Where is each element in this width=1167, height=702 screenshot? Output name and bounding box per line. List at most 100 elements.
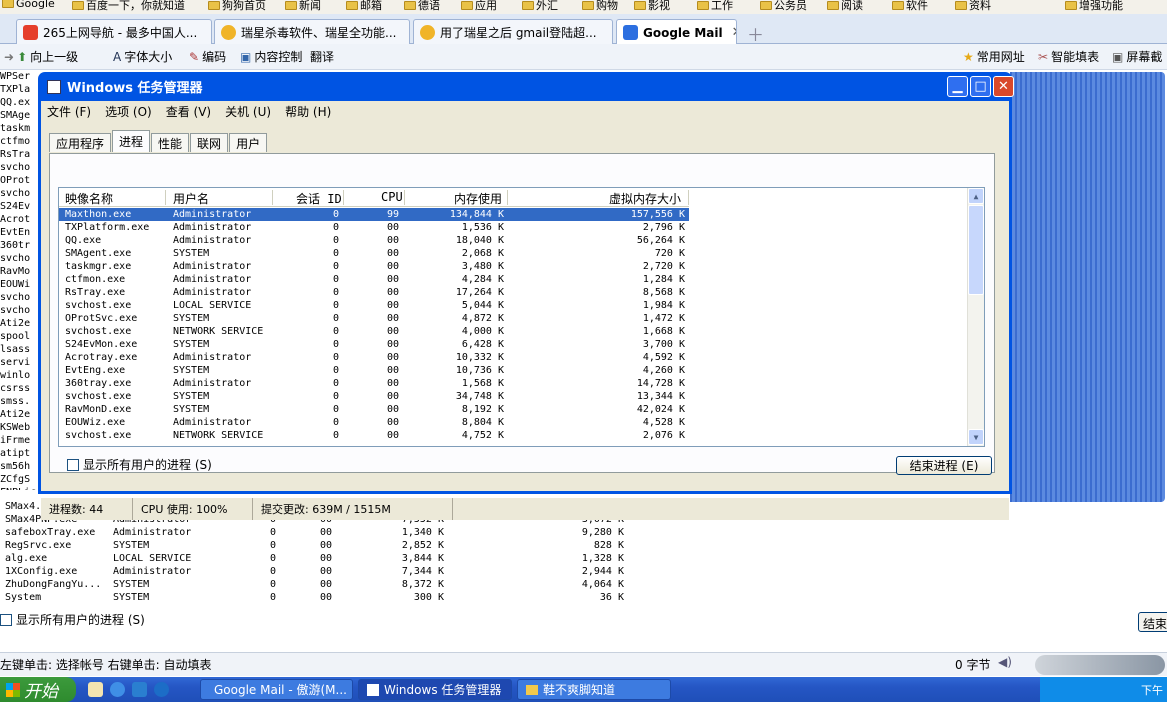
table-cell: 00	[386, 235, 399, 246]
minimize-button[interactable]: ▁	[947, 76, 968, 97]
screenshot-button[interactable]: ▣ 屏幕截	[1112, 48, 1162, 65]
background-show-all-checkbox[interactable]: 显示所有用户的进程 (S)	[0, 611, 145, 628]
header-memory[interactable]: 内存使用	[454, 190, 502, 207]
table-row[interactable]: taskmgr.exe Administrator 0 00 3,480 K 2,720 …	[59, 260, 689, 273]
table-row[interactable]: svchost.exe NETWORK SERVICE 0 00 4,752 K 2,07…	[59, 429, 689, 442]
table-row[interactable]: SMAgent.exe SYSTEM 0 00 2,068 K 720 K	[59, 247, 689, 260]
scroll-down-icon[interactable]: ▼	[968, 429, 984, 445]
table-row[interactable]: 360tray.exe Administrator 0 00 1,568 K 14,728…	[59, 377, 689, 390]
scroll-thumb[interactable]	[968, 205, 984, 295]
translate-button[interactable]: 翻译	[310, 48, 334, 65]
table-row[interactable]: svchost.exe SYSTEM 0 00 34,748 K 13,344 K	[59, 390, 689, 403]
bookmark-item[interactable]: 阅读	[827, 0, 863, 13]
table-row[interactable]: QQ.exe Administrator 0 00 18,040 K 56,264 K	[59, 234, 689, 247]
desktop-icon[interactable]	[88, 682, 103, 697]
bookmark-item[interactable]: 影视	[634, 0, 670, 13]
table-row[interactable]: S24EvMon.exe SYSTEM 0 00 6,428 K 3,700 K	[59, 338, 689, 351]
menu-item[interactable]: 关机 (U)	[225, 103, 271, 120]
table-cell: Administrator	[173, 235, 252, 246]
table-cell: 00	[386, 391, 399, 402]
browser-tab-gmail-issue[interactable]: 用了瑞星之后 gmail登陆超...	[413, 19, 613, 44]
content-icon: ▣	[240, 49, 252, 64]
table-row[interactable]: Maxthon.exe Administrator 0 99 134,844 K 157,…	[59, 208, 689, 221]
close-tab-icon[interactable]: ✕	[732, 25, 736, 40]
tab-1[interactable]: 进程	[112, 130, 151, 152]
table-row[interactable]: Acrotray.exe Administrator 0 00 10,332 K 4,59…	[59, 351, 689, 364]
table-cell: 00	[386, 222, 399, 233]
bookmark-item[interactable]: 资料	[955, 0, 991, 13]
bookmark-item[interactable]: 邮箱	[346, 0, 382, 13]
table-row[interactable]: ctfmon.exe Administrator 0 00 4,284 K 1,284 K	[59, 273, 689, 286]
menu-item[interactable]: 帮助 (H)	[285, 103, 331, 120]
taskbar-item-folder[interactable]: 鞋不爽脚知道	[517, 679, 671, 700]
encoding-button[interactable]: ✎ 编码	[189, 48, 226, 65]
header-image-name[interactable]: 映像名称	[65, 190, 113, 207]
list-item: Ati2e	[0, 318, 31, 329]
end-process-button[interactable]: 结束进程 (E)	[896, 456, 992, 475]
window-title: Windows 任务管理器	[67, 81, 203, 96]
checkbox-box[interactable]	[0, 613, 12, 626]
bookmark-item[interactable]: 公务员	[760, 0, 807, 13]
show-all-users-checkbox[interactable]: 显示所有用户的进程 (S)	[67, 456, 212, 473]
bookmark-item[interactable]: Google	[2, 0, 55, 10]
bookmark-item[interactable]: 百度一下，你就知道	[72, 0, 185, 13]
bookmark-item[interactable]: 增强功能	[1065, 0, 1123, 13]
browser-tab-265[interactable]: 265上网导航 - 最多中国人...	[16, 19, 212, 44]
maximize-button[interactable]: □	[970, 76, 991, 97]
menu-item[interactable]: 文件 (F)	[47, 103, 91, 120]
taskbar-item-gmail[interactable]: Google Mail - 傲游(M...	[200, 679, 353, 700]
ie-icon[interactable]	[110, 682, 125, 697]
close-button[interactable]: ✕	[993, 76, 1014, 97]
task-manager-titlebar[interactable]: Windows 任务管理器 ▁ □ ✕	[41, 72, 1014, 101]
bookmark-item[interactable]: 德语	[404, 0, 440, 13]
vertical-scrollbar[interactable]: ▲ ▼	[967, 188, 984, 446]
table-row[interactable]: EvtEng.exe SYSTEM 0 00 10,736 K 4,260 K	[59, 364, 689, 377]
table-row[interactable]: svchost.exe LOCAL SERVICE 0 00 5,044 K 1,984 …	[59, 299, 689, 312]
tab-0[interactable]: 应用程序	[49, 133, 112, 152]
bookmark-item[interactable]: 新闻	[285, 0, 321, 13]
taskbar-item-task-manager[interactable]: Windows 任务管理器	[358, 679, 512, 700]
quicklaunch-icon[interactable]	[132, 682, 147, 697]
process-list[interactable]: 映像名称 用户名 会话 ID CPU 内存使用 虚拟内存大小 Maxthon.e…	[58, 187, 985, 447]
task-manager-icon	[367, 683, 379, 696]
tab-3[interactable]: 联网	[190, 133, 229, 152]
font-size-button[interactable]: A 字体大小	[113, 48, 172, 65]
speaker-icon[interactable]: ◀)	[998, 655, 1012, 669]
browser-tab-rising[interactable]: 瑞星杀毒软件、瑞星全功能...	[214, 19, 410, 44]
tab-4[interactable]: 用户	[229, 133, 268, 152]
menu-item[interactable]: 查看 (V)	[166, 103, 211, 120]
bookmark-item[interactable]: 软件	[892, 0, 928, 13]
up-level-button[interactable]: ➜ ⬆ 向上一级	[4, 48, 78, 65]
header-session-id[interactable]: 会话 ID	[296, 190, 342, 207]
table-row[interactable]: svchost.exe NETWORK SERVICE 0 00 4,000 K 1,66…	[59, 325, 689, 338]
scroll-up-icon[interactable]: ▲	[968, 188, 984, 204]
start-button[interactable]: 开始	[0, 677, 76, 702]
autofill-button[interactable]: ✂ 智能填表	[1038, 48, 1099, 65]
bookmark-item[interactable]: 狗狗首页	[208, 0, 266, 13]
header-cpu[interactable]: CPU	[381, 190, 403, 204]
list-item: RsTra	[0, 149, 31, 160]
bookmark-item[interactable]: 应用	[461, 0, 497, 13]
table-row[interactable]: TXPlatform.exe Administrator 0 00 1,536 K 2,7…	[59, 221, 689, 234]
favorites-button[interactable]: ★ 常用网址	[963, 48, 1025, 65]
table-row[interactable]: EOUWiz.exe Administrator 0 00 8,804 K 4,528 K	[59, 416, 689, 429]
table-row[interactable]: RsTray.exe Administrator 0 00 17,264 K 8,568 …	[59, 286, 689, 299]
bookmark-item[interactable]: 外汇	[522, 0, 558, 13]
content-control-button[interactable]: ▣ 内容控制	[240, 48, 302, 65]
tab-2[interactable]: 性能	[151, 133, 190, 152]
bookmark-item[interactable]: 购物	[582, 0, 618, 13]
checkbox-box[interactable]	[67, 458, 79, 471]
header-user-name[interactable]: 用户名	[173, 190, 209, 207]
header-virtual-memory[interactable]: 虚拟内存大小	[609, 190, 681, 207]
new-tab-icon[interactable]: ＋	[747, 21, 764, 46]
list-item: smss.	[0, 396, 31, 407]
table-row[interactable]: OProtSvc.exe SYSTEM 0 00 4,872 K 1,472 K	[59, 312, 689, 325]
menu-item[interactable]: 选项 (O)	[105, 103, 152, 120]
table-cell: 2,852 K	[401, 540, 444, 551]
background-end-button[interactable]: 结束	[1138, 612, 1167, 632]
bookmark-item[interactable]: 工作	[697, 0, 733, 13]
browser-tab-google-mail[interactable]: Google Mail ✕	[616, 19, 737, 45]
table-row[interactable]: RavMonD.exe SYSTEM 0 00 8,192 K 42,024 K	[59, 403, 689, 416]
task-manager-statusbar: 进程数: 44 CPU 使用: 100% 提交更改: 639M / 1515M	[41, 498, 1009, 520]
maxthon-icon[interactable]	[154, 682, 169, 697]
